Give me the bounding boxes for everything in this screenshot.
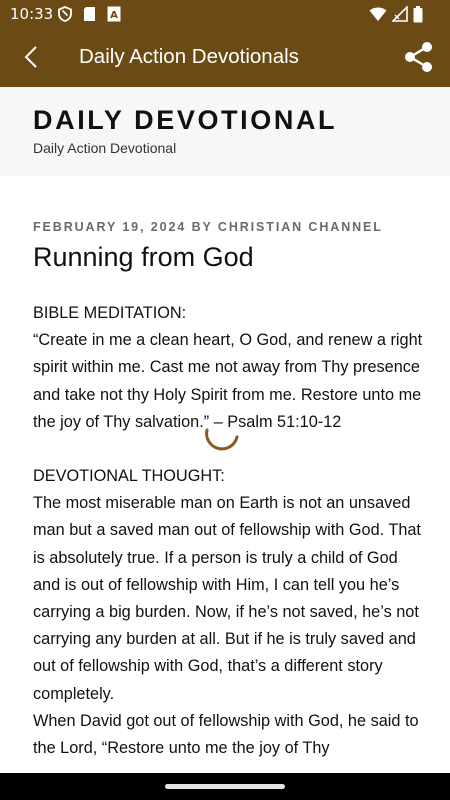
site-title[interactable]: DAILY DEVOTIONAL	[33, 105, 337, 136]
app-bar-title: Daily Action Devotionals	[79, 45, 299, 68]
home-gesture-handle[interactable]	[165, 784, 285, 789]
post-author[interactable]: CHRISTIAN CHANNEL	[218, 220, 383, 234]
app-bar: Daily Action Devotionals	[0, 28, 450, 87]
paragraph: When David got out of fellowship with Go…	[33, 711, 419, 758]
site-tagline: Daily Action Devotional	[33, 140, 177, 156]
text-a-icon: A	[107, 6, 121, 27]
shield-icon	[58, 6, 72, 27]
paragraph: The most miserable man on Earth is not a…	[33, 494, 421, 703]
status-time: 10:33	[10, 5, 54, 23]
paragraph: BIBLE MEDITATION:	[33, 304, 187, 322]
site-header: DAILY DEVOTIONAL Daily Action Devotional	[0, 87, 450, 176]
post-date[interactable]: FEBRUARY 19, 2024	[33, 220, 186, 234]
back-arrow-icon[interactable]	[14, 40, 48, 74]
battery-icon	[413, 6, 423, 28]
post-by: BY	[191, 220, 213, 234]
share-icon[interactable]	[400, 38, 438, 76]
signal-icon	[391, 5, 408, 27]
navigation-bar	[0, 773, 450, 800]
paragraph: DEVOTIONAL THOUGHT:	[33, 467, 225, 486]
wifi-icon	[369, 6, 387, 27]
svg-text:A: A	[110, 10, 118, 21]
status-bar: 10:33 A	[0, 0, 450, 28]
sim-card-icon	[83, 6, 96, 27]
post-meta: FEBRUARY 19, 2024 BY CHRISTIAN CHANNEL	[33, 220, 383, 234]
post-title: Running from God	[33, 242, 254, 272]
post-content: BIBLE MEDITATION: “Create in me a clean …	[33, 300, 428, 762]
loading-spinner-icon	[202, 412, 242, 452]
